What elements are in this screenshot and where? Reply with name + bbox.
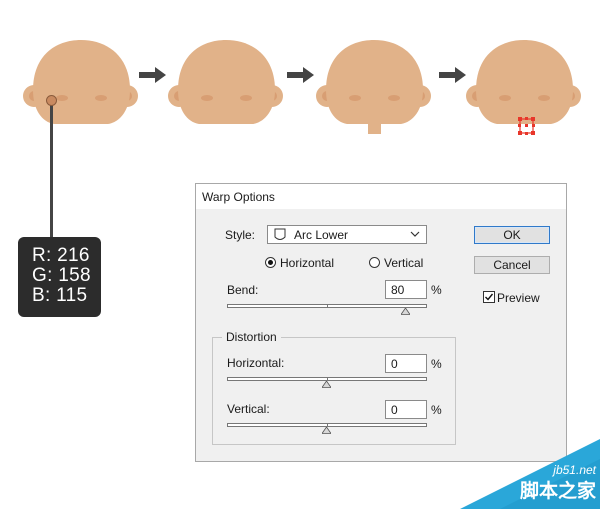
vertical-radio[interactable] xyxy=(369,257,380,268)
bend-slider-track[interactable] xyxy=(227,304,427,308)
horizontal-radio-label[interactable]: Horizontal xyxy=(280,256,334,270)
bend-slider-thumb[interactable] xyxy=(401,308,410,315)
dialog-titlebar[interactable]: Warp Options xyxy=(196,184,566,209)
right-arrow-icon xyxy=(139,67,166,83)
distortion-vertical-input[interactable]: 0 xyxy=(385,400,427,419)
distortion-horizontal-input[interactable]: 0 xyxy=(385,354,427,373)
distortion-horizontal-thumb[interactable] xyxy=(322,381,331,388)
green-value: G: 158 xyxy=(32,265,91,286)
dialog-title: Warp Options xyxy=(202,190,275,204)
color-readout: R: 216 G: 158 B: 115 xyxy=(18,237,101,317)
cancel-button[interactable]: Cancel xyxy=(474,256,550,274)
preview-checkbox[interactable] xyxy=(483,291,495,303)
warp-options-dialog: Warp Options Style: Arc Lower Horizontal… xyxy=(195,183,567,462)
style-value: Arc Lower xyxy=(294,228,349,242)
arc-lower-style-icon xyxy=(274,228,286,240)
checkmark-icon xyxy=(485,293,494,301)
ok-button[interactable]: OK xyxy=(474,226,550,244)
watermark-brand: 脚本之家 xyxy=(519,481,596,502)
canvas: { "color_readout": { "r_label": "R: 216"… xyxy=(0,0,600,509)
vertical-radio-label[interactable]: Vertical xyxy=(384,256,423,270)
distortion-vertical-percent: % xyxy=(431,403,442,417)
distortion-title: Distortion xyxy=(222,330,281,344)
distortion-horizontal-percent: % xyxy=(431,357,442,371)
right-arrow-icon xyxy=(287,67,314,83)
radio-selected-dot xyxy=(268,260,273,265)
distortion-vertical-label: Vertical: xyxy=(227,402,270,416)
red-value: R: 216 xyxy=(32,245,90,266)
distortion-vertical-thumb[interactable] xyxy=(322,427,331,434)
blue-value: B: 115 xyxy=(32,285,88,306)
head-step-1 xyxy=(23,40,138,124)
head-step-4 xyxy=(466,40,581,135)
bend-input[interactable]: 80 xyxy=(385,280,427,299)
horizontal-radio[interactable] xyxy=(265,257,276,268)
watermark-url: jb51.net xyxy=(553,463,596,477)
distortion-horizontal-label: Horizontal: xyxy=(227,356,285,370)
eyedropper-pointer-line xyxy=(50,97,53,247)
style-label: Style: xyxy=(225,228,256,242)
head-step-2 xyxy=(168,40,283,124)
chevron-down-icon xyxy=(410,231,420,237)
style-select[interactable]: Arc Lower xyxy=(267,225,427,244)
preview-label[interactable]: Preview xyxy=(497,291,540,305)
bend-percent: % xyxy=(431,283,442,297)
bend-label: Bend: xyxy=(227,283,259,297)
head-step-3 xyxy=(316,40,431,134)
sample-point xyxy=(46,95,57,106)
slider-center-tick xyxy=(327,304,328,308)
